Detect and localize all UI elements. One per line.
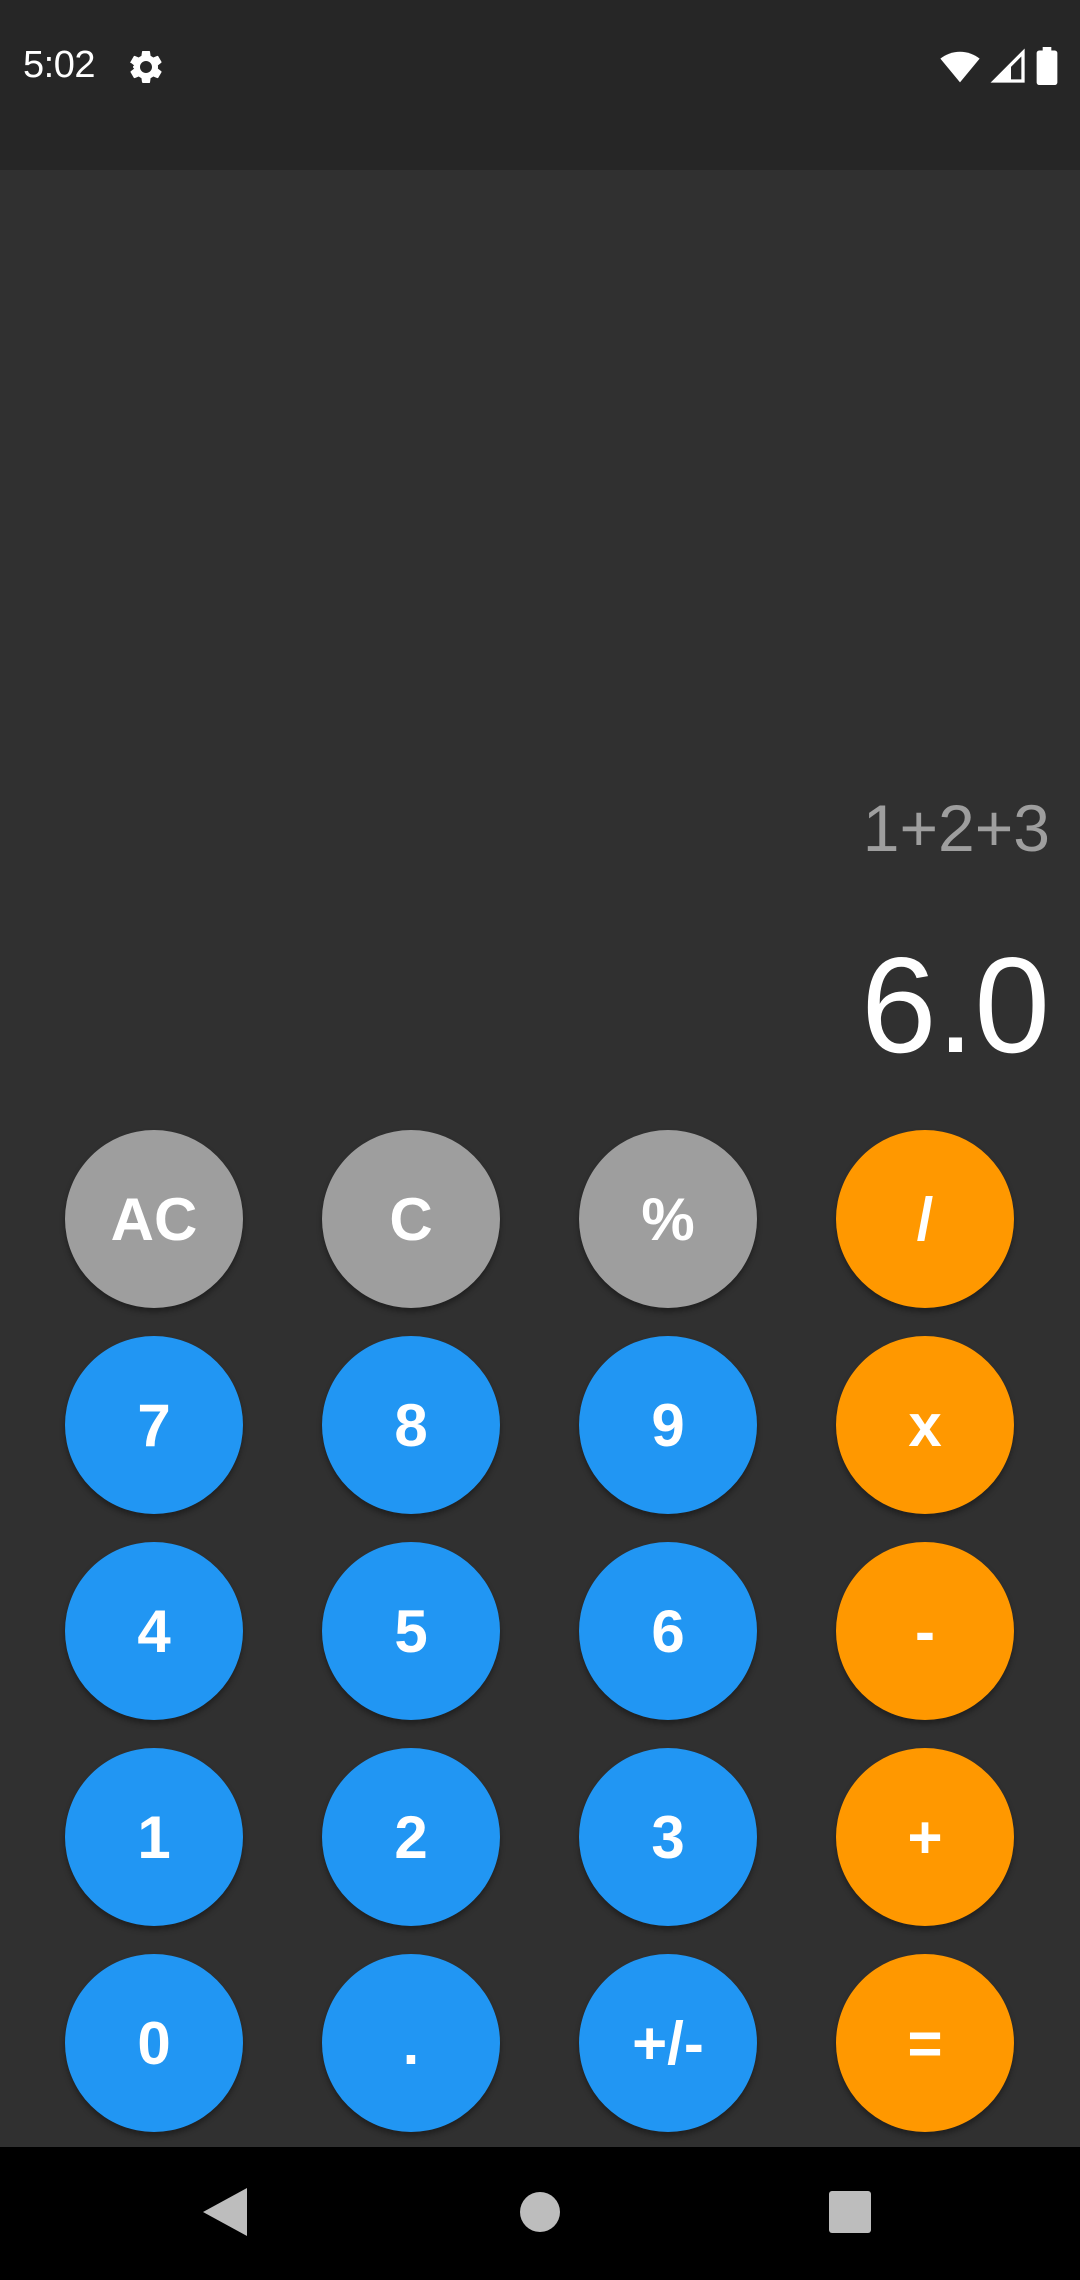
result-text: 6.0 [860, 929, 1050, 1081]
digit-4-button[interactable]: 4 [65, 1542, 243, 1720]
digit-7-button[interactable]: 7 [65, 1336, 243, 1514]
expression-text: 1+2+3 [862, 791, 1050, 865]
status-icons [940, 46, 1058, 90]
equals-button[interactable]: = [836, 1954, 1014, 2132]
divide-button[interactable]: / [836, 1130, 1014, 1308]
percent-button[interactable]: % [579, 1130, 757, 1308]
digit-0-button[interactable]: 0 [65, 1954, 243, 2132]
wifi-icon [940, 48, 980, 89]
battery-icon [1036, 46, 1058, 90]
digit-9-button[interactable]: 9 [579, 1336, 757, 1514]
home-icon[interactable] [505, 2177, 575, 2247]
status-bar: 5:02 [0, 0, 1080, 170]
signal-icon [990, 48, 1026, 89]
digit-3-button[interactable]: 3 [579, 1748, 757, 1926]
digit-5-button[interactable]: 5 [322, 1542, 500, 1720]
clear-button[interactable]: C [322, 1130, 500, 1308]
digit-2-button[interactable]: 2 [322, 1748, 500, 1926]
subtract-button[interactable]: - [836, 1542, 1014, 1720]
status-time: 5:02 [23, 44, 95, 86]
keypad: AC C % / 7 8 9 x 4 5 6 - 1 2 3 + 0 . +/-… [0, 1130, 1080, 2147]
add-button[interactable]: + [836, 1748, 1014, 1926]
multiply-button[interactable]: x [836, 1336, 1014, 1514]
decimal-button[interactable]: . [322, 1954, 500, 2132]
digit-8-button[interactable]: 8 [322, 1336, 500, 1514]
recents-icon[interactable] [815, 2177, 885, 2247]
back-icon[interactable] [190, 2177, 260, 2247]
calculator-display: 1+2+3 6.0 [0, 170, 1080, 1130]
negate-button[interactable]: +/- [579, 1954, 757, 2132]
gear-icon [126, 47, 166, 87]
all-clear-button[interactable]: AC [65, 1130, 243, 1308]
digit-6-button[interactable]: 6 [579, 1542, 757, 1720]
digit-1-button[interactable]: 1 [65, 1748, 243, 1926]
navigation-bar [0, 2147, 1080, 2280]
